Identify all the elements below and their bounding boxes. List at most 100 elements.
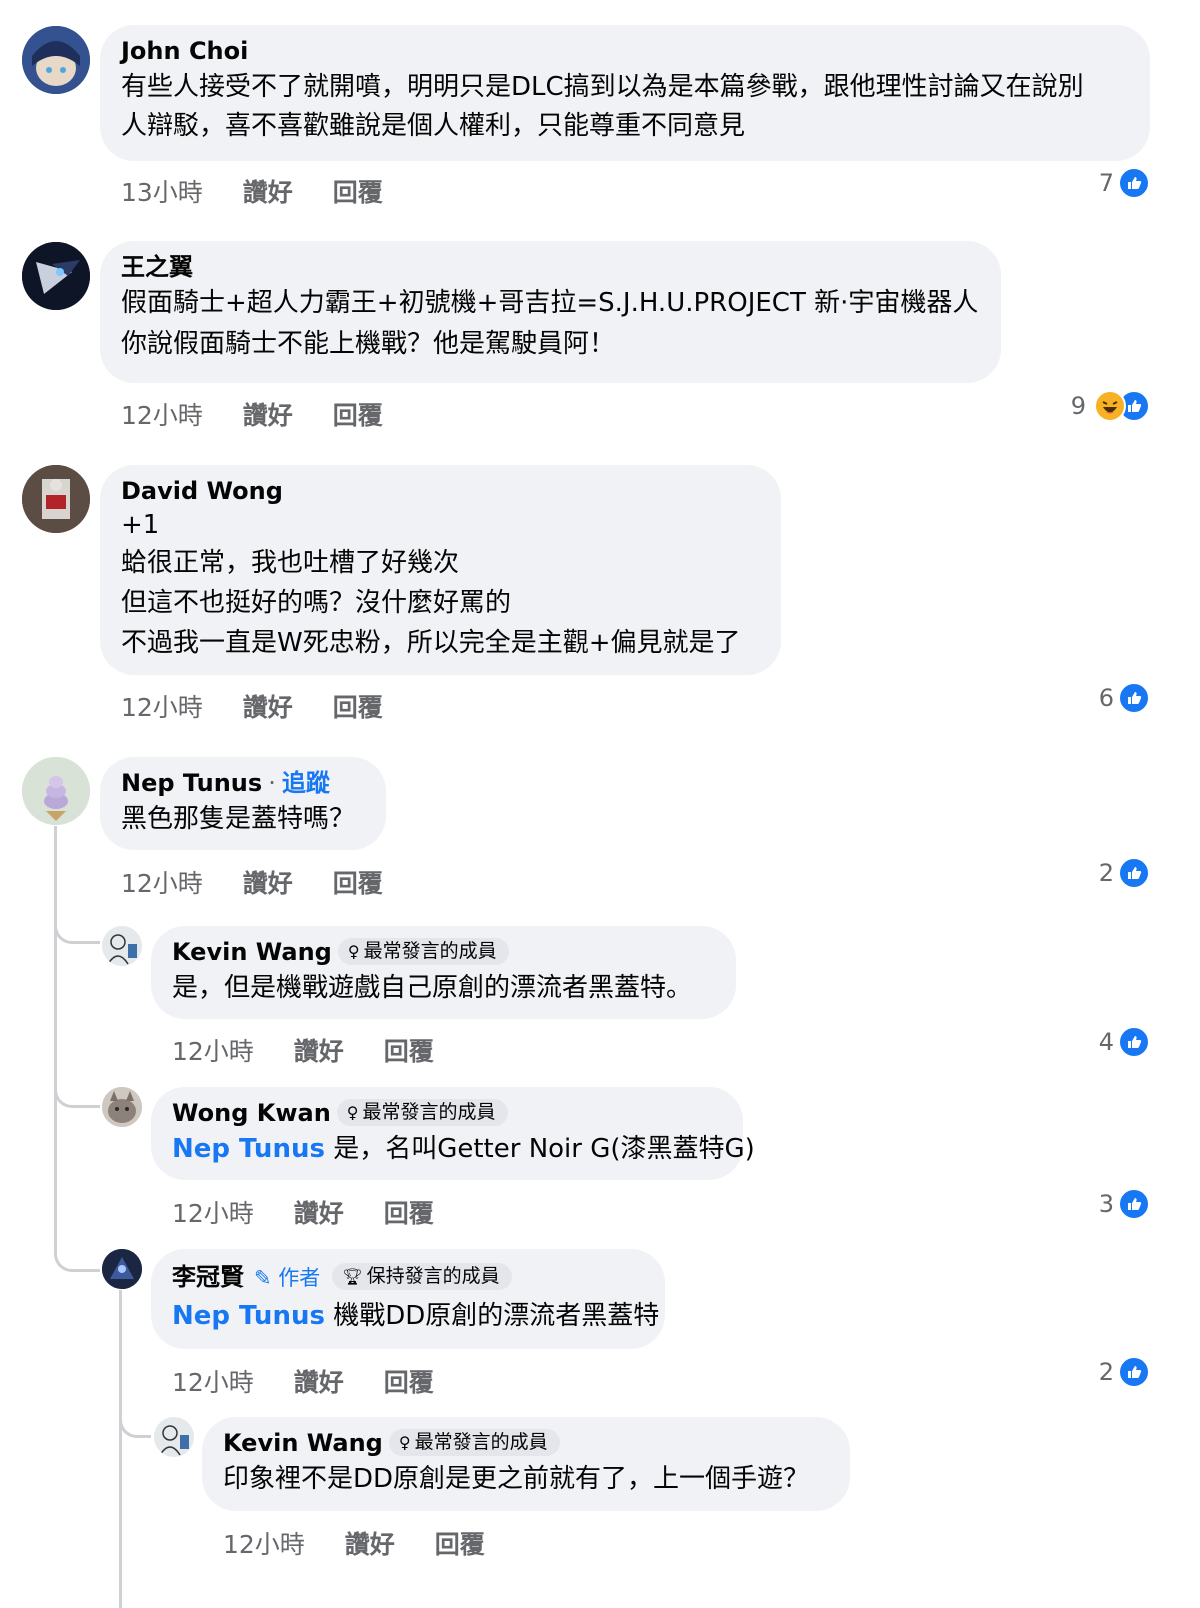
thumbs-up-icon bbox=[1118, 1356, 1150, 1388]
mention-link[interactable]: Nep Tunus bbox=[172, 1134, 325, 1164]
timestamp[interactable]: 12小時 bbox=[172, 1368, 254, 1397]
badge-label: 最常發言的成員 bbox=[414, 1431, 548, 1453]
reaction-summary[interactable]: 9 bbox=[1071, 390, 1150, 422]
reaction-summary[interactable]: 6 bbox=[1098, 682, 1150, 714]
thread-curve-2 bbox=[54, 1060, 100, 1108]
badge-label: 最常發言的成員 bbox=[363, 940, 497, 962]
reaction-summary[interactable]: 7 bbox=[1099, 167, 1150, 199]
comment-bubble: 王之翼 假面騎士+超人力霸王+初號機+哥吉拉=S.J.H.U.PROJECT 新… bbox=[100, 241, 1001, 383]
reply-button[interactable]: 回覆 bbox=[384, 1037, 434, 1066]
comment-text: Nep Tunus 是，名叫Getter Noir G(漆黑蓋特G) bbox=[172, 1129, 755, 1170]
author-name: Kevin Wang ♀ 最常發言的成員 bbox=[223, 1427, 828, 1459]
avatar[interactable] bbox=[154, 1417, 194, 1457]
reply-button[interactable]: 回覆 bbox=[333, 869, 383, 898]
author-name-link[interactable]: Nep Tunus bbox=[121, 769, 262, 797]
comment-text: 是，但是機戰遊戲自己原創的漂流者黑蓋特。 bbox=[172, 973, 693, 1003]
avatar[interactable] bbox=[22, 465, 90, 533]
timestamp[interactable]: 12小時 bbox=[172, 1037, 254, 1066]
comment-bubble: David Wong +1 蛤很正常，我也吐槽了好幾次 但這不也挺好的嗎？沒什麼… bbox=[100, 465, 781, 675]
thread-curve-1 bbox=[54, 900, 100, 944]
author-name[interactable]: 王之翼 bbox=[121, 251, 979, 283]
avatar[interactable] bbox=[102, 1249, 142, 1289]
avatar[interactable] bbox=[102, 926, 142, 966]
avatar[interactable] bbox=[22, 242, 90, 310]
author-name-link[interactable]: 李冠賢 bbox=[172, 1263, 244, 1291]
reply-button[interactable]: 回覆 bbox=[333, 401, 383, 430]
member-badge[interactable]: 🏆︎ 保持發言的成員 bbox=[332, 1263, 512, 1290]
comment-body: 機戰DD原創的漂流者黑蓋特 bbox=[324, 1301, 660, 1331]
avatar[interactable] bbox=[102, 1087, 142, 1127]
author-name[interactable]: David Wong bbox=[121, 475, 759, 507]
reply-bubble: Wong Kwan ♀ 最常發言的成員 Nep Tunus 是，名叫Getter N… bbox=[151, 1087, 755, 1180]
comment-meta: 12小時 讚好 回覆 bbox=[172, 1032, 466, 1068]
like-button[interactable]: 讚好 bbox=[294, 1037, 344, 1066]
timestamp[interactable]: 12小時 bbox=[172, 1199, 254, 1228]
reaction-count: 6 bbox=[1098, 684, 1114, 712]
comment-bubble: John Choi 有些人接受不了就開噴，明明只是DLC搞到以為是本篇參戰，跟他… bbox=[100, 25, 1150, 161]
contributor-icon: ♀ bbox=[347, 942, 360, 961]
comment-text: 印象裡不是DD原創是更之前就有了，上一個手遊？ bbox=[223, 1464, 810, 1494]
avatar[interactable] bbox=[22, 26, 90, 94]
comment-text: 黑色那隻是蓋特嗎？ bbox=[121, 804, 356, 834]
reply-bubble: Kevin Wang ♀ 最常發言的成員 印象裡不是DD原創是更之前就有了，上一個手… bbox=[202, 1417, 850, 1511]
comment-body: 是，名叫Getter Noir G(漆黑蓋特G) bbox=[324, 1134, 755, 1164]
contributor-icon: ♀ bbox=[398, 1433, 411, 1452]
timestamp[interactable]: 12小時 bbox=[223, 1530, 305, 1559]
timestamp[interactable]: 12小時 bbox=[121, 693, 203, 722]
comment-text: Nep Tunus 機戰DD原創的漂流者黑蓋特 bbox=[172, 1296, 659, 1337]
author-name-link[interactable]: Wong Kwan bbox=[172, 1099, 331, 1127]
timestamp[interactable]: 12小時 bbox=[121, 401, 203, 430]
reply-button[interactable]: 回覆 bbox=[384, 1368, 434, 1397]
comment-text: 假面騎士+超人力霸王+初號機+哥吉拉=S.J.H.U.PROJECT 新·宇宙機… bbox=[121, 288, 979, 318]
like-button[interactable]: 讚好 bbox=[243, 693, 293, 722]
author-name-link[interactable]: Kevin Wang bbox=[172, 938, 332, 966]
comment-text: 但這不也挺好的嗎？沒什麼好罵的 bbox=[121, 588, 512, 618]
mention-link[interactable]: Nep Tunus bbox=[172, 1301, 325, 1331]
contributor-icon: ♀ bbox=[346, 1103, 359, 1122]
comment-meta: 12小時 讚好 回覆 bbox=[172, 1194, 466, 1230]
reaction-summary[interactable]: 2 bbox=[1098, 857, 1150, 889]
thumbs-up-icon bbox=[1118, 167, 1150, 199]
reaction-summary[interactable]: 3 bbox=[1098, 1188, 1150, 1220]
pencil-icon: ✎ bbox=[254, 1266, 272, 1290]
comment-text: 蛤很正常，我也吐槽了好幾次 bbox=[121, 548, 460, 578]
comment-meta: 12小時 讚好 回覆 bbox=[223, 1525, 517, 1561]
reply-button[interactable]: 回覆 bbox=[435, 1530, 485, 1559]
trophy-icon: 🏆︎ bbox=[342, 1267, 363, 1286]
timestamp[interactable]: 12小時 bbox=[121, 869, 203, 898]
like-button[interactable]: 讚好 bbox=[243, 178, 293, 207]
avatar[interactable] bbox=[22, 757, 90, 825]
reaction-summary[interactable]: 2 bbox=[1098, 1356, 1150, 1388]
like-button[interactable]: 讚好 bbox=[294, 1199, 344, 1228]
reply-button[interactable]: 回覆 bbox=[333, 178, 383, 207]
timestamp[interactable]: 13小時 bbox=[121, 178, 203, 207]
author-name: Wong Kwan ♀ 最常發言的成員 bbox=[172, 1097, 721, 1129]
member-badge[interactable]: ♀ 最常發言的成員 bbox=[388, 1429, 560, 1456]
like-button[interactable]: 讚好 bbox=[294, 1368, 344, 1397]
reaction-count: 2 bbox=[1098, 1358, 1114, 1386]
thread-curve-3 bbox=[54, 1220, 100, 1272]
reaction-summary[interactable]: 4 bbox=[1099, 1026, 1150, 1058]
thread-curve-4 bbox=[119, 1390, 151, 1438]
author-name[interactable]: John Choi bbox=[121, 35, 1128, 67]
follow-button[interactable]: 追蹤 bbox=[282, 769, 330, 797]
comment-text: 不過我一直是W死忠粉，所以完全是主觀+偏見就是了 bbox=[121, 628, 741, 658]
author-name-link[interactable]: Kevin Wang bbox=[223, 1429, 383, 1457]
like-button[interactable]: 讚好 bbox=[345, 1530, 395, 1559]
member-badge[interactable]: ♀ 最常發言的成員 bbox=[336, 1099, 508, 1126]
reply-button[interactable]: 回覆 bbox=[384, 1199, 434, 1228]
reply-button[interactable]: 回覆 bbox=[333, 693, 383, 722]
badge-label: 保持發言的成員 bbox=[366, 1265, 500, 1287]
thumbs-up-icon bbox=[1118, 682, 1150, 714]
badge-label: 最常發言的成員 bbox=[362, 1101, 496, 1123]
thumbs-up-icon bbox=[1118, 857, 1150, 889]
author-tag: ✎ 作者 bbox=[254, 1266, 320, 1290]
like-button[interactable]: 讚好 bbox=[243, 401, 293, 430]
haha-icon bbox=[1094, 390, 1126, 422]
comment-text: 你說假面騎士不能上機戰？他是駕駛員阿！ bbox=[121, 329, 616, 359]
reaction-count: 3 bbox=[1098, 1190, 1114, 1218]
reaction-count: 2 bbox=[1098, 859, 1114, 887]
comment-meta: 12小時 讚好 回覆 bbox=[172, 1363, 466, 1399]
member-badge[interactable]: ♀ 最常發言的成員 bbox=[337, 938, 509, 965]
like-button[interactable]: 讚好 bbox=[243, 869, 293, 898]
